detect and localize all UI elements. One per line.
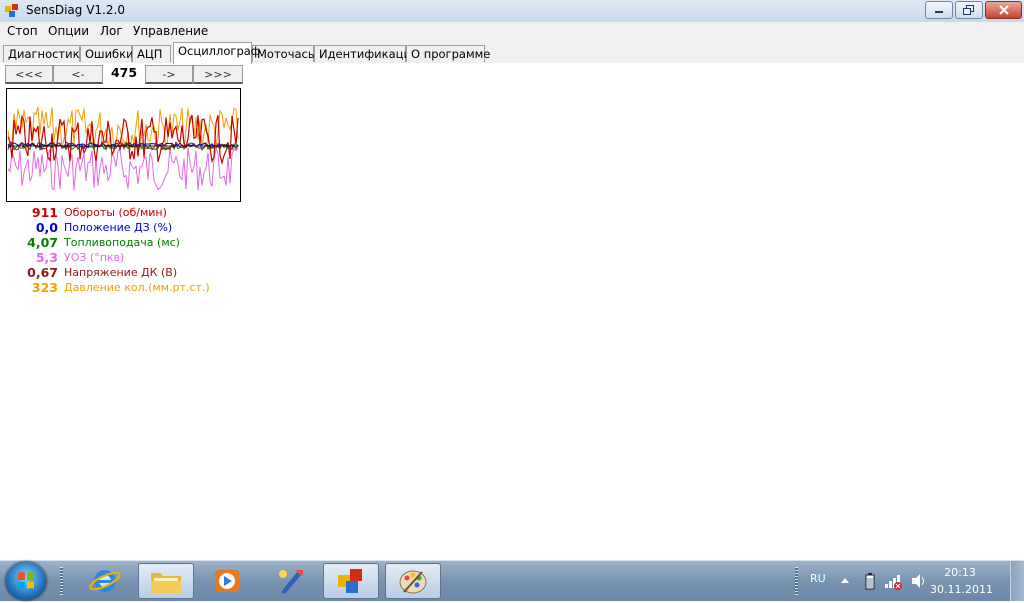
nav-prev-button[interactable]: <- bbox=[53, 65, 103, 84]
tab-errors[interactable]: Ошибки bbox=[80, 45, 134, 62]
oscilloscope-trace bbox=[7, 146, 239, 191]
taskbar-media-player[interactable] bbox=[199, 563, 255, 599]
clock-date[interactable]: 30.11.2011 bbox=[930, 583, 993, 596]
language-indicator[interactable]: RU bbox=[810, 572, 826, 585]
sensor-value: 0,67 bbox=[27, 265, 58, 280]
app-window: SensDiag V1.2.0 Стоп Опции Лог Управлени… bbox=[0, 0, 1024, 560]
taskbar-explorer[interactable] bbox=[138, 563, 194, 599]
tab-bar: Диагностика Ошибки АЦП Осциллограф Моточ… bbox=[0, 42, 1024, 64]
taskbar-paint-tool[interactable] bbox=[263, 563, 319, 599]
network-icon[interactable] bbox=[884, 572, 904, 590]
sensor-label: Топливоподача (мс) bbox=[64, 236, 180, 249]
tab-adc[interactable]: АЦП bbox=[132, 45, 171, 62]
menu-bar: Стоп Опции Лог Управление bbox=[0, 22, 1024, 42]
tab-diagnostics[interactable]: Диагностика bbox=[3, 45, 87, 62]
window-title: SensDiag V1.2.0 bbox=[26, 3, 125, 17]
windows-logo-icon bbox=[18, 572, 34, 589]
tab-about[interactable]: О программе bbox=[406, 45, 490, 62]
sensor-label: УОЗ (°пкв) bbox=[64, 251, 125, 264]
sensor-value: 5,3 bbox=[35, 250, 58, 265]
app-icon bbox=[5, 4, 18, 17]
sensor-row: 323 Давление кол.(мм.рт.ст.) bbox=[0, 280, 260, 295]
menu-options[interactable]: Опции bbox=[48, 24, 89, 38]
sensdiag-icon bbox=[338, 569, 362, 593]
minimize-button[interactable] bbox=[925, 1, 953, 19]
sensor-value: 323 bbox=[31, 280, 58, 295]
oscilloscope-panel: <<< <- 475 -> >>> 911 Обороты (об/мин) 0,0… bbox=[0, 63, 1024, 560]
menu-log[interactable]: Лог bbox=[100, 24, 123, 38]
paint-palette-icon bbox=[399, 570, 427, 594]
paint-tool-icon bbox=[279, 570, 303, 594]
taskbar-sensdiag[interactable] bbox=[323, 563, 379, 599]
taskbar-paint[interactable] bbox=[385, 563, 441, 599]
restore-icon bbox=[963, 5, 974, 15]
sensor-label: Давление кол.(мм.рт.ст.) bbox=[64, 281, 210, 294]
oscilloscope-graph bbox=[6, 88, 241, 202]
tab-identification[interactable]: Идентификация bbox=[314, 45, 418, 62]
sensor-row: 0,67 Напряжение ДК (В) bbox=[0, 265, 260, 280]
nav-next-button[interactable]: -> bbox=[145, 65, 193, 84]
restore-button[interactable] bbox=[955, 1, 983, 19]
sensor-value: 4,07 bbox=[27, 235, 58, 250]
internet-explorer-icon bbox=[89, 570, 121, 592]
sensor-label: Положение ДЗ (%) bbox=[64, 221, 173, 234]
volume-icon[interactable] bbox=[910, 572, 928, 590]
close-button[interactable] bbox=[985, 1, 1022, 19]
taskbar-internet-explorer[interactable] bbox=[77, 563, 133, 599]
close-icon bbox=[998, 5, 1009, 15]
minimize-icon bbox=[935, 11, 943, 13]
sensor-row: 911 Обороты (об/мин) bbox=[0, 205, 260, 220]
title-bar: SensDiag V1.2.0 bbox=[0, 0, 1024, 23]
nav-last-button[interactable]: >>> bbox=[193, 65, 243, 84]
sensor-value: 0,0 bbox=[35, 220, 58, 235]
sensor-label: Обороты (об/мин) bbox=[64, 206, 167, 219]
media-player-icon bbox=[215, 570, 239, 592]
menu-stop[interactable]: Стоп bbox=[7, 24, 38, 38]
clock-time[interactable]: 20:13 bbox=[930, 566, 990, 579]
frame-counter: 475 bbox=[110, 65, 138, 80]
tab-motor-hours[interactable]: Моточасы bbox=[252, 45, 317, 62]
sensor-row: 0,0 Положение ДЗ (%) bbox=[0, 220, 260, 235]
taskbar-grip[interactable] bbox=[60, 567, 63, 595]
sensor-label: Напряжение ДК (В) bbox=[64, 266, 178, 279]
sensor-row: 4,07 Топливоподача (мс) bbox=[0, 235, 260, 250]
show-desktop-button[interactable] bbox=[1010, 561, 1024, 601]
taskbar: RU 20:13 30.11.2011 bbox=[0, 560, 1024, 601]
battery-icon[interactable] bbox=[864, 572, 876, 590]
tab-oscilloscope[interactable]: Осциллограф bbox=[173, 42, 261, 64]
folder-icon bbox=[151, 573, 181, 593]
start-button[interactable] bbox=[6, 562, 46, 600]
show-hidden-icons-icon[interactable] bbox=[840, 576, 850, 584]
nav-first-button[interactable]: <<< bbox=[5, 65, 53, 84]
tray-grip[interactable] bbox=[795, 567, 798, 595]
menu-control[interactable]: Управление bbox=[133, 24, 208, 38]
sensor-row: 5,3 УОЗ (°пкв) bbox=[0, 250, 260, 265]
sensor-value: 911 bbox=[31, 205, 58, 220]
